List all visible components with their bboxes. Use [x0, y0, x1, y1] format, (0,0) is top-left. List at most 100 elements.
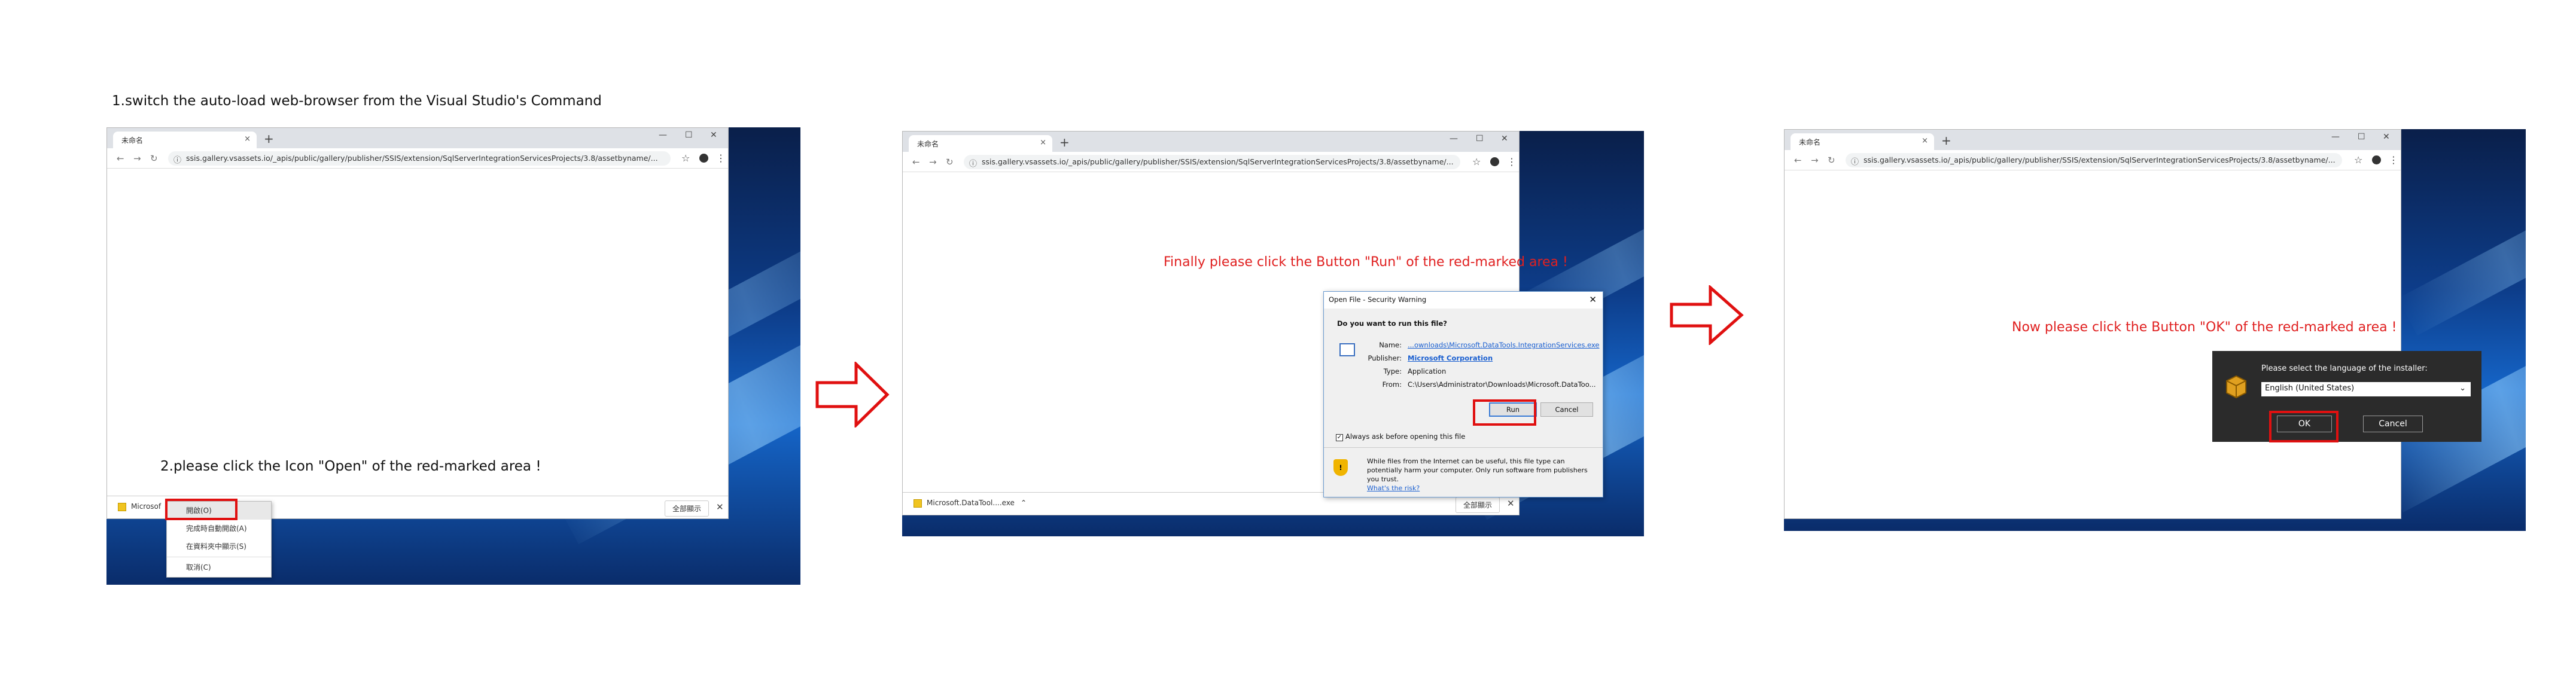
- type-value: Application: [1408, 367, 1447, 375]
- application-icon: [1339, 343, 1355, 356]
- reload-icon[interactable]: ↻: [1828, 155, 1835, 166]
- url-text: ssis.gallery.vsassets.io/_apis/public/ga…: [982, 157, 1454, 166]
- browser-tab[interactable]: 未命名 ×: [113, 132, 257, 148]
- menu-icon[interactable]: ⋮: [716, 152, 726, 164]
- warning-text: While files from the Internet can be use…: [1367, 457, 1588, 483]
- forward-icon[interactable]: →: [1811, 155, 1819, 166]
- download-name: Microsoft.DataTool....exe: [927, 499, 1015, 507]
- close-download-bar-icon[interactable]: ✕: [716, 502, 724, 512]
- right-arrow-icon: [1670, 285, 1744, 345]
- tab-title: 未命名: [1799, 138, 1821, 146]
- type-label: Type:: [1383, 367, 1402, 375]
- forward-icon[interactable]: →: [133, 153, 141, 164]
- dialog-title-bar: Open File - Security Warning ✕: [1324, 292, 1603, 309]
- step1-caption: 1.switch the auto-load web-browser from …: [112, 93, 602, 109]
- minimize-icon[interactable]: —: [1450, 134, 1458, 143]
- maximize-icon[interactable]: ☐: [2358, 132, 2365, 142]
- back-icon[interactable]: ←: [1794, 155, 1802, 166]
- reload-icon[interactable]: ↻: [150, 153, 158, 164]
- url-field[interactable]: ⓘ ssis.gallery.vsassets.io/_apis/public/g…: [964, 155, 1460, 169]
- from-value: C:\Users\Administrator\Downloads\Microso…: [1408, 380, 1596, 389]
- info-icon: ⓘ: [1851, 158, 1859, 167]
- publisher-value[interactable]: Microsoft Corporation: [1408, 354, 1493, 362]
- menu-item-auto-open[interactable]: 完成時自動開啟(A): [167, 520, 271, 538]
- show-all-button[interactable]: 全部顯示: [665, 500, 710, 517]
- cancel-button[interactable]: Cancel: [2363, 416, 2423, 432]
- maximize-icon[interactable]: ☐: [1476, 134, 1484, 143]
- cancel-button[interactable]: Cancel: [1540, 402, 1593, 417]
- address-bar: ← → ↻ ⓘ ssis.gallery.vsassets.io/_apis/pu…: [1785, 150, 2401, 170]
- tab-title: 未命名: [121, 136, 144, 145]
- installer-box-icon: [2224, 372, 2248, 400]
- back-icon[interactable]: ←: [117, 153, 124, 164]
- avatar[interactable]: [699, 154, 708, 163]
- close-tab-icon[interactable]: ×: [244, 135, 251, 143]
- url-text: ssis.gallery.vsassets.io/_apis/public/ga…: [186, 154, 658, 163]
- download-item[interactable]: Microsoft.DataTool....exe ⌃: [914, 499, 1027, 508]
- tab-bar: 未命名 × + — ☐ ✕: [903, 132, 1519, 152]
- tab-bar: 未命名 × + — ☐ ✕: [1785, 130, 2401, 150]
- info-icon: ⓘ: [173, 156, 182, 165]
- star-icon[interactable]: ☆: [2354, 154, 2362, 166]
- highlight-open: [165, 499, 237, 520]
- dialog-question: Do you want to run this file?: [1337, 319, 1447, 328]
- highlight-run: [1473, 399, 1536, 426]
- forward-icon[interactable]: →: [929, 157, 937, 167]
- whats-the-risk-link[interactable]: What's the risk?: [1367, 484, 1420, 492]
- reload-icon[interactable]: ↻: [946, 157, 954, 167]
- publisher-label: Publisher:: [1368, 354, 1402, 362]
- url-field[interactable]: ⓘ ssis.gallery.vsassets.io/_apis/public/g…: [168, 151, 671, 166]
- url-field[interactable]: ⓘ ssis.gallery.vsassets.io/_apis/public/g…: [1846, 153, 2342, 167]
- right-arrow-icon: [815, 362, 890, 428]
- new-tab-icon[interactable]: +: [1059, 135, 1070, 149]
- star-icon[interactable]: ☆: [1472, 156, 1481, 167]
- close-download-bar-icon[interactable]: ✕: [1507, 498, 1515, 509]
- checkbox-checked-icon[interactable]: ✓: [1336, 434, 1343, 441]
- chevron-down-icon: ⌄: [2459, 384, 2466, 393]
- avatar[interactable]: [1490, 157, 1499, 166]
- menu-icon[interactable]: ⋮: [1507, 156, 1517, 167]
- close-window-icon[interactable]: ✕: [1501, 134, 1508, 143]
- language-select[interactable]: English (United States) ⌄: [2261, 382, 2471, 396]
- step2-caption: Finally please click the Button "Run" of…: [1164, 255, 1568, 270]
- dialog-title: Open File - Security Warning: [1329, 295, 1427, 304]
- menu-icon[interactable]: ⋮: [2389, 154, 2398, 166]
- menu-item-show-in-folder[interactable]: 在資料夾中顯示(S): [167, 538, 271, 555]
- maximize-icon[interactable]: ☐: [685, 130, 693, 140]
- close-tab-icon[interactable]: ×: [1922, 136, 1928, 145]
- name-value[interactable]: ...ownloads\Microsoft.DataTools.Integrat…: [1408, 341, 1600, 349]
- name-label: Name:: [1379, 341, 1402, 349]
- close-window-icon[interactable]: ✕: [710, 130, 717, 140]
- back-icon[interactable]: ←: [912, 157, 920, 167]
- installer-language-dialog: Please select the language of the instal…: [2212, 351, 2481, 442]
- security-warning-dialog: Open File - Security Warning ✕ Do you wan…: [1323, 291, 1603, 497]
- close-tab-icon[interactable]: ×: [1040, 138, 1046, 147]
- address-bar: ← → ↻ ⓘ ssis.gallery.vsassets.io/_apis/pu…: [903, 152, 1519, 172]
- browser-tab[interactable]: 未命名 ×: [909, 135, 1052, 152]
- new-tab-icon[interactable]: +: [1941, 133, 1951, 148]
- language-prompt: Please select the language of the instal…: [2261, 364, 2428, 373]
- tab-title: 未命名: [917, 140, 939, 148]
- address-bar: ← → ↻ ⓘ ssis.gallery.vsassets.io/_apis/pu…: [107, 148, 728, 169]
- browser-tab[interactable]: 未命名 ×: [1791, 133, 1934, 150]
- minimize-icon[interactable]: —: [659, 130, 667, 140]
- highlight-ok: [2269, 411, 2339, 442]
- menu-item-cancel[interactable]: 取消(C): [167, 558, 271, 576]
- always-ask-option[interactable]: ✓ Always ask before opening this file: [1336, 432, 1465, 441]
- minimize-icon[interactable]: —: [2331, 132, 2340, 142]
- info-icon: ⓘ: [969, 160, 978, 169]
- avatar[interactable]: [2372, 155, 2381, 164]
- download-item[interactable]: Microsof: [118, 502, 161, 511]
- from-label: From:: [1382, 380, 1402, 389]
- close-window-icon[interactable]: ✕: [2383, 132, 2390, 142]
- file-icon: [118, 502, 126, 511]
- url-text: ssis.gallery.vsassets.io/_apis/public/ga…: [1864, 155, 2336, 164]
- star-icon[interactable]: ☆: [681, 152, 690, 164]
- file-icon: [914, 499, 922, 508]
- step1-instruction: 2.please click the Icon "Open" of the re…: [160, 459, 541, 474]
- show-all-button[interactable]: 全部顯示: [1456, 497, 1500, 513]
- dialog-close-icon[interactable]: ✕: [1589, 294, 1597, 305]
- shield-icon: !: [1333, 459, 1348, 476]
- new-tab-icon[interactable]: +: [264, 132, 274, 146]
- tab-bar: 未命名 × + — ☐ ✕: [107, 128, 728, 148]
